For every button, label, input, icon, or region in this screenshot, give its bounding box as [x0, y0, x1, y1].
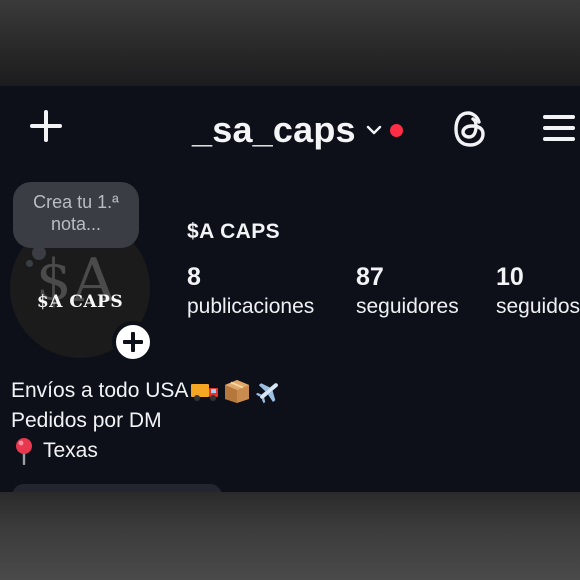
bio: Envíos a todo USA Pedidos por DM Texas [11, 376, 284, 466]
add-story-plus-icon[interactable] [112, 321, 154, 363]
notification-dot [389, 123, 403, 137]
delivery-truck-icon [191, 384, 219, 401]
stat-value: 87 [356, 263, 384, 291]
photo-background-top [0, 0, 580, 86]
username: _sa_caps [192, 109, 356, 150]
stat-posts[interactable]: 8 publicaciones [187, 262, 314, 322]
bio-line-3: Texas [11, 436, 284, 466]
bio-line-2: Pedidos por DM [11, 406, 284, 436]
package-icon [225, 380, 250, 403]
menu-icon[interactable] [540, 112, 578, 144]
chevron-down-icon [366, 125, 381, 135]
avatar-logo-text: $A CAPS [36, 292, 124, 312]
stat-label: seguidores [356, 295, 459, 318]
display-name: $A CAPS [187, 220, 281, 243]
note-bubble-tail [32, 246, 46, 260]
note-bubble-tail-dot [26, 260, 33, 267]
stat-label: publicaciones [187, 295, 315, 318]
account-switcher[interactable]: _sa_caps [192, 106, 403, 154]
photo-background-bottom [0, 492, 580, 580]
airplane-icon [256, 383, 279, 404]
threads-icon[interactable] [452, 110, 488, 148]
bio-text-location: Texas [43, 439, 98, 462]
instagram-profile-screen: _sa_caps Crea tu 1.ª nota... $ A $A CAPS… [0, 86, 580, 492]
round-pushpin-icon [16, 438, 32, 465]
stat-label: seguidos [496, 295, 580, 318]
bio-line-1: Envíos a todo USA [11, 376, 284, 406]
stat-following[interactable]: 10 seguidos [496, 262, 580, 322]
note-text: Crea tu 1.ª nota... [33, 192, 119, 234]
stat-value: 10 [496, 263, 524, 291]
stat-followers[interactable]: 87 seguidores [356, 262, 459, 322]
note-bubble[interactable]: Crea tu 1.ª nota... [13, 182, 139, 248]
bio-text-shipping: Envíos a todo USA [11, 379, 189, 402]
bio-text-orders: Pedidos por DM [11, 409, 162, 432]
edit-profile-button[interactable] [12, 484, 222, 492]
stat-value: 8 [187, 263, 201, 291]
create-plus-icon[interactable] [28, 108, 64, 144]
profile-header: _sa_caps [0, 86, 580, 172]
